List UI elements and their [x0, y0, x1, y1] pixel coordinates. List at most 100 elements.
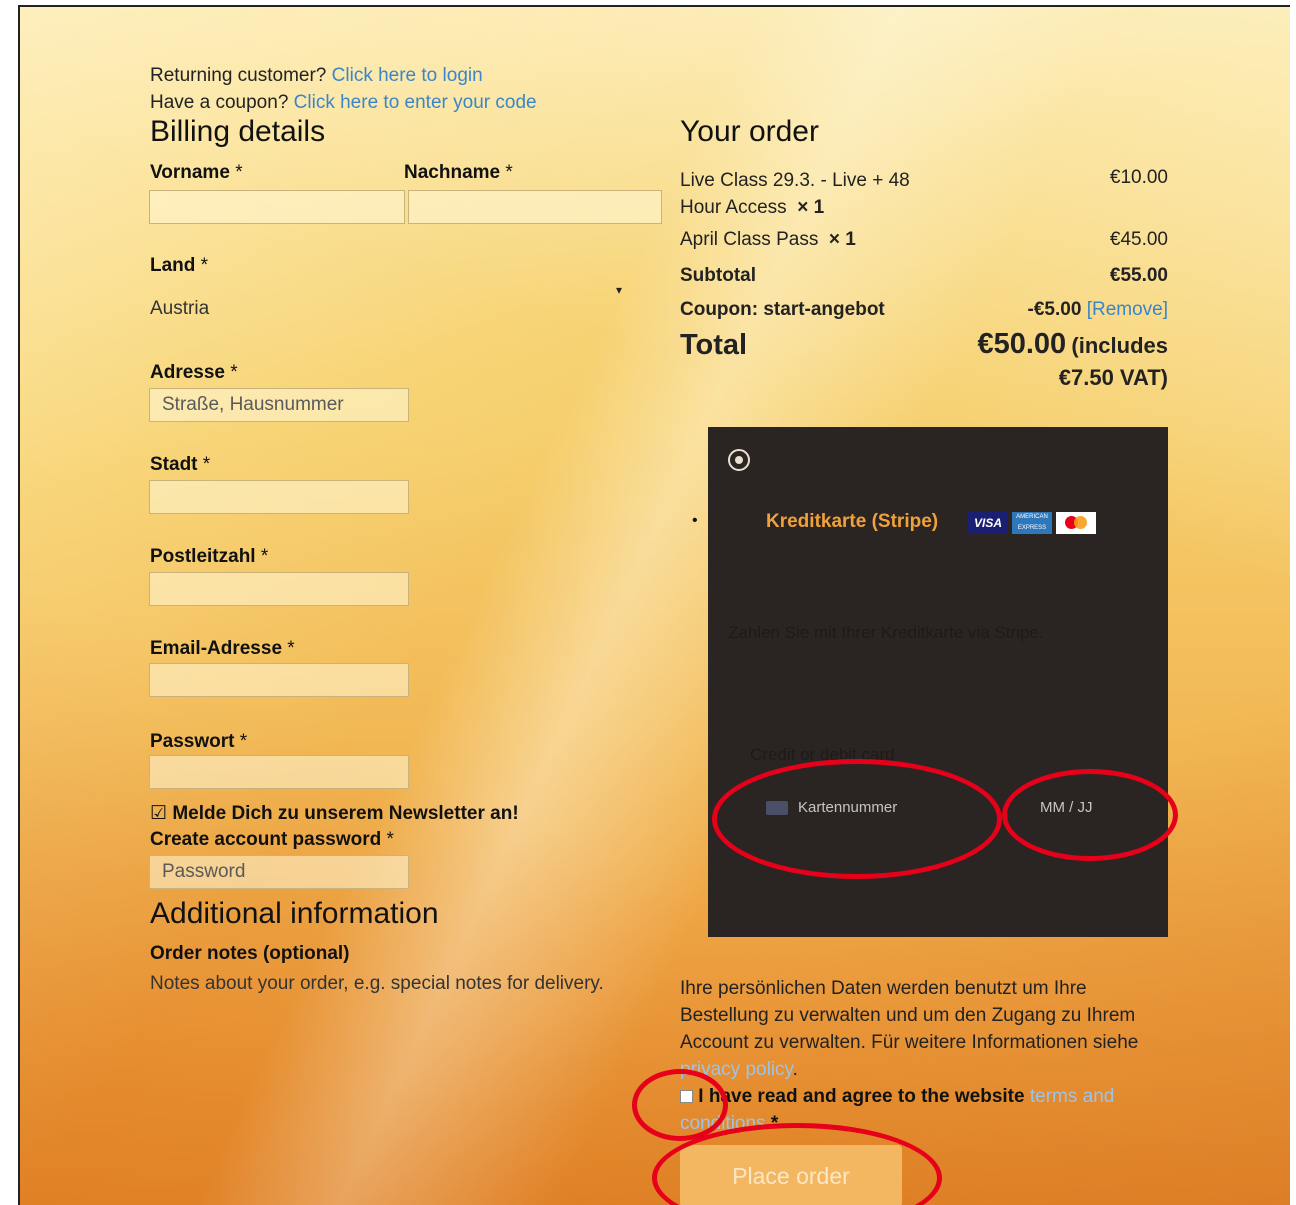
- order-item-qty: × 1: [828, 229, 856, 250]
- city-label: Stadt *: [150, 454, 210, 476]
- first-name-field[interactable]: [149, 190, 405, 224]
- payment-box: Kreditkarte (Stripe) VISA AMERICAN EXPRE…: [708, 427, 1168, 937]
- mastercard-icon: [1056, 512, 1096, 534]
- address-field[interactable]: [149, 388, 409, 422]
- chevron-down-icon: ▾: [615, 283, 622, 297]
- email-input[interactable]: [150, 664, 408, 696]
- card-number-input[interactable]: Kartennummer: [798, 799, 897, 816]
- total-label: Total: [680, 329, 748, 361]
- amex-icon: AMERICAN EXPRESS: [1012, 512, 1052, 534]
- subtotal-value: €55.00: [1109, 265, 1168, 286]
- billing-details-title: Billing details: [150, 115, 326, 148]
- order-notes-label: Order notes (optional): [150, 943, 350, 964]
- terms-checkbox[interactable]: [680, 1090, 693, 1104]
- remove-coupon-link[interactable]: [Remove]: [1087, 299, 1168, 320]
- order-item-name: Live Class 29.3. - Live + 48: [680, 170, 910, 191]
- order-item: Live Class 29.3. - Live + 48 Hour Access…: [680, 167, 910, 221]
- required-mark: *: [235, 162, 243, 183]
- required-mark: *: [202, 454, 211, 475]
- privacy-notice: Ihre persönlichen Daten werden benutzt u…: [680, 975, 1150, 1083]
- country-label-text: Land: [150, 255, 196, 276]
- payment-description: Zahlen Sie mit Ihrer Kreditkarte via Str…: [728, 623, 1044, 642]
- email-field[interactable]: [149, 663, 409, 697]
- email-label-text: Email-Adresse: [150, 638, 283, 659]
- visa-icon: VISA: [968, 512, 1008, 534]
- coupon-text: Have a coupon?: [150, 92, 289, 113]
- zip-field[interactable]: [149, 572, 409, 606]
- coupon-notice: Have a coupon? Click here to enter your …: [150, 92, 537, 114]
- first-name-input[interactable]: [150, 191, 404, 223]
- address-input[interactable]: [150, 389, 408, 421]
- zip-input[interactable]: [150, 573, 408, 605]
- newsletter-option[interactable]: ☑ Melde Dich zu unserem Newsletter an!: [150, 802, 519, 825]
- zip-label-text: Postleitzahl: [150, 546, 256, 567]
- total-value: €50.00 (includes €7.50 VAT): [920, 329, 1168, 395]
- last-name-field[interactable]: [408, 190, 662, 224]
- country-label: Land *: [150, 255, 208, 277]
- card-label: Credit or debit card: [750, 745, 895, 764]
- required-mark: *: [230, 362, 238, 383]
- first-name-label-text: Vorname: [150, 162, 230, 183]
- returning-customer-notice: Returning customer? Click here to login: [150, 65, 483, 87]
- required-mark: *: [260, 546, 269, 567]
- returning-customer-text: Returning customer?: [150, 65, 327, 86]
- total-vat: €7.50 VAT): [1058, 365, 1168, 390]
- country-selected-value: Austria: [150, 298, 210, 319]
- address-label: Adresse *: [150, 362, 238, 384]
- place-order-button[interactable]: Place order: [680, 1145, 902, 1205]
- address-label-text: Adresse: [150, 362, 225, 383]
- coupon-value: -€5.00 [Remove]: [920, 299, 1168, 321]
- required-mark: *: [386, 829, 394, 850]
- enter-coupon-link[interactable]: Click here to enter your code: [294, 92, 537, 113]
- first-name-label: Vorname *: [150, 162, 243, 184]
- newsletter-label: Melde Dich zu unserem Newsletter an!: [172, 803, 519, 824]
- order-item-name: Hour Access: [680, 197, 787, 218]
- password-input[interactable]: [150, 756, 408, 788]
- total-amount: €50.00: [977, 328, 1067, 360]
- required-mark: *: [239, 731, 248, 752]
- email-label: Email-Adresse *: [150, 638, 295, 660]
- order-item-price: €45.00: [1109, 229, 1168, 250]
- order-notes-textarea[interactable]: Notes about your order, e.g. special not…: [150, 970, 610, 997]
- login-link[interactable]: Click here to login: [332, 65, 483, 86]
- subtotal-label: Subtotal: [680, 265, 756, 286]
- card-expiry-input[interactable]: MM / JJ: [1040, 799, 1093, 816]
- password-label-text: Passwort: [150, 731, 235, 752]
- order-item: April Class Pass × 1: [680, 229, 856, 251]
- city-label-text: Stadt: [150, 454, 198, 475]
- order-item-name: April Class Pass: [680, 229, 819, 250]
- payment-radio[interactable]: [728, 449, 750, 471]
- required-mark: *: [505, 162, 513, 183]
- password-label: Passwort *: [150, 731, 247, 753]
- required-mark: *: [770, 1113, 779, 1134]
- last-name-input[interactable]: [409, 191, 661, 223]
- terms-option: I have read and agree to the website ter…: [680, 1083, 1180, 1137]
- city-input[interactable]: [150, 481, 408, 513]
- required-mark: *: [287, 638, 295, 659]
- radio-dot-icon: [735, 456, 743, 464]
- payment-method-label[interactable]: Kreditkarte (Stripe): [766, 511, 938, 533]
- card-icon: [766, 801, 788, 815]
- create-password-label: Create account password *: [150, 829, 394, 851]
- terms-text: I have read and agree to the website: [698, 1086, 1025, 1107]
- coupon-label: Coupon: start-angebot: [680, 299, 885, 320]
- create-password-label-text: Create account password: [150, 829, 382, 850]
- payment-method-bullet: •: [692, 512, 698, 529]
- last-name-label-text: Nachname: [404, 162, 501, 183]
- privacy-policy-link[interactable]: privacy policy: [680, 1059, 793, 1080]
- create-password-input[interactable]: [150, 856, 408, 888]
- city-field[interactable]: [149, 480, 409, 514]
- privacy-end: .: [792, 1059, 798, 1080]
- country-select[interactable]: Austria ▾: [150, 275, 622, 319]
- last-name-label: Nachname *: [404, 162, 513, 184]
- your-order-title: Your order: [680, 115, 819, 148]
- newsletter-checkbox[interactable]: ☑: [150, 803, 167, 824]
- password-field[interactable]: [149, 755, 409, 789]
- order-item-qty: × 1: [797, 197, 825, 218]
- zip-label: Postleitzahl *: [150, 546, 268, 568]
- coupon-discount: -€5.00: [1027, 299, 1082, 320]
- create-password-field[interactable]: [149, 855, 409, 889]
- additional-info-title: Additional information: [150, 897, 439, 930]
- checkout-page: Returning customer? Click here to login …: [18, 5, 1290, 1205]
- required-mark: *: [200, 255, 209, 276]
